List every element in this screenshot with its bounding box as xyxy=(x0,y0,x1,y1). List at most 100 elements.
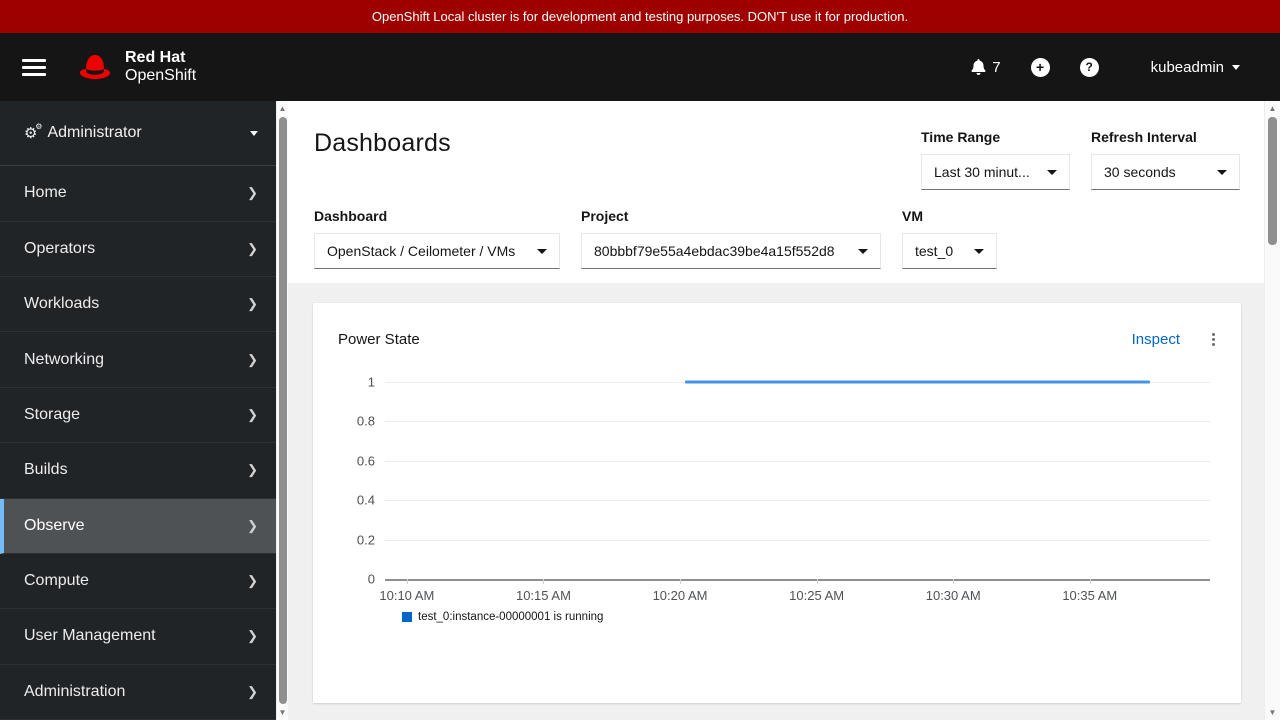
y-axis-tick-label: 0.4 xyxy=(356,492,375,508)
vm-value: test_0 xyxy=(915,243,954,259)
chevron-right-icon: ❯ xyxy=(247,683,258,699)
nav-toggle-button[interactable] xyxy=(22,58,48,76)
scrollbar-thumb[interactable] xyxy=(1268,117,1277,245)
sidebar-item-label: Builds xyxy=(24,461,68,479)
sidebar-item-label: Operators xyxy=(24,239,96,257)
dashboard-select[interactable]: OpenStack / Ceilometer / VMs xyxy=(314,233,560,269)
scroll-down-arrow-icon[interactable]: ▼ xyxy=(1265,708,1280,717)
scroll-up-arrow-icon[interactable]: ▲ xyxy=(277,104,288,113)
chevron-right-icon: ❯ xyxy=(247,406,258,422)
gridline xyxy=(385,460,1210,462)
perspective-label: Administrator xyxy=(47,124,142,142)
chevron-down-icon xyxy=(1047,169,1057,175)
x-axis-tick-label: 10:15 AM xyxy=(515,588,571,603)
gridline xyxy=(385,421,1210,423)
chevron-down-icon xyxy=(1232,64,1240,70)
scroll-up-arrow-icon[interactable]: ▲ xyxy=(1265,104,1280,113)
refresh-interval-value: 30 seconds xyxy=(1104,164,1176,180)
chevron-right-icon: ❯ xyxy=(247,573,258,589)
x-axis-tick-mark xyxy=(953,579,955,584)
chevron-right-icon: ❯ xyxy=(247,462,258,478)
dashboard-value: OpenStack / Ceilometer / VMs xyxy=(327,243,516,259)
bell-icon xyxy=(971,59,986,75)
refresh-interval-label: Refresh Interval xyxy=(1091,129,1197,145)
perspective-switcher[interactable]: ⚙ ⚙ Administrator xyxy=(0,101,276,167)
sidebar-item-label: Storage xyxy=(24,405,81,423)
sidebar-nav: ⚙ ⚙ Administrator Home ❯ Operators ❯ Worklo… xyxy=(0,101,276,720)
sidebar-item-storage[interactable]: Storage ❯ xyxy=(0,388,276,444)
page-header: Dashboards Time Range Last 30 minut... R… xyxy=(288,101,1264,283)
sidebar-item-administration[interactable]: Administration ❯ xyxy=(0,665,276,720)
time-range-select[interactable]: Last 30 minut... xyxy=(921,154,1070,190)
series-line xyxy=(685,380,1150,384)
x-axis-tick-mark xyxy=(543,579,545,584)
logo-line2: OpenShift xyxy=(125,67,197,84)
sidebar-item-builds[interactable]: Builds ❯ xyxy=(0,443,276,499)
chevron-right-icon: ❯ xyxy=(247,296,258,312)
chevron-down-icon xyxy=(250,130,258,136)
x-axis-tick-mark xyxy=(1089,579,1091,584)
chevron-down-icon xyxy=(974,248,984,254)
sidebar-item-user-management[interactable]: User Management ❯ xyxy=(0,609,276,665)
inspect-link[interactable]: Inspect xyxy=(1132,331,1180,348)
sidebar-item-label: User Management xyxy=(24,627,156,645)
redhat-openshift-logo[interactable]: Red Hat OpenShift xyxy=(74,49,196,85)
cluster-warning-text: OpenShift Local cluster is for developme… xyxy=(371,9,909,24)
sidebar-item-networking[interactable]: Networking ❯ xyxy=(0,332,276,388)
sidebar-item-compute[interactable]: Compute ❯ xyxy=(0,554,276,610)
x-axis-tick-mark xyxy=(816,579,818,584)
x-axis-tick-mark xyxy=(406,579,408,584)
y-axis-tick-label: 1 xyxy=(367,374,375,390)
kebab-menu-icon[interactable] xyxy=(1210,331,1217,348)
power-state-card: Power State Inspect 0 0.2 0.4 0.6 0.8 1 10:10 … xyxy=(313,303,1241,703)
sidebar-item-operators[interactable]: Operators ❯ xyxy=(0,222,276,278)
scrollbar-thumb[interactable] xyxy=(279,117,287,704)
chevron-right-icon: ❯ xyxy=(247,240,258,256)
logo-line1: Red Hat xyxy=(125,49,186,67)
project-value: 80bbbf79e55a4ebdac39be4a15f552d8 xyxy=(594,243,835,259)
cluster-warning-banner: OpenShift Local cluster is for developme… xyxy=(0,0,1280,33)
notification-count-badge: 7 xyxy=(992,58,1001,76)
sidebar-item-workloads[interactable]: Workloads ❯ xyxy=(0,277,276,333)
x-axis-tick-mark xyxy=(680,579,682,584)
chart-legend: test_0:instance-00000001 is running xyxy=(402,611,1210,623)
sidebar-scrollbar[interactable]: ▲ ▼ xyxy=(276,101,288,720)
project-label: Project xyxy=(581,208,629,224)
sidebar-item-label: Home xyxy=(24,184,67,202)
x-axis-tick-label: 10:30 AM xyxy=(925,588,981,603)
dashboard-label: Dashboard xyxy=(314,208,388,224)
gridline xyxy=(385,539,1210,541)
user-menu[interactable]: kubeadmin xyxy=(1151,59,1240,76)
project-select[interactable]: 80bbbf79e55a4ebdac39be4a15f552d8 xyxy=(581,233,881,269)
chevron-right-icon: ❯ xyxy=(247,517,258,533)
redhat-hat-icon xyxy=(79,54,110,79)
x-axis-tick-label: 10:20 AM xyxy=(652,588,708,603)
y-axis-tick-label: 0.2 xyxy=(356,532,375,548)
legend-label: test_0:instance-00000001 is running xyxy=(418,611,604,623)
notifications-button[interactable]: 7 xyxy=(971,58,1001,76)
power-state-chart: 0 0.2 0.4 0.6 0.8 1 10:10 AM 10:15 AM 10:20 AM 10… xyxy=(357,375,1210,623)
x-axis-tick-label: 10:10 AM xyxy=(379,588,435,603)
sidebar-item-label: Workloads xyxy=(24,295,100,313)
x-axis-tick-label: 10:25 AM xyxy=(789,588,845,603)
plot-area: 0 0.2 0.4 0.6 0.8 1 10:10 AM 10:15 AM 10:20 AM 10… xyxy=(357,375,1210,603)
quick-create-button[interactable]: + xyxy=(1030,57,1050,77)
chevron-right-icon: ❯ xyxy=(247,351,258,367)
sidebar-item-home[interactable]: Home ❯ xyxy=(0,166,276,222)
sidebar-item-label: Compute xyxy=(24,572,89,590)
x-axis-tick-label: 10:35 AM xyxy=(1062,588,1118,603)
sidebar-item-label: Administration xyxy=(24,682,126,700)
y-axis-tick-label: 0.8 xyxy=(356,413,375,429)
vm-select[interactable]: test_0 xyxy=(902,233,997,269)
sidebar-item-observe[interactable]: Observe ❯ xyxy=(0,498,276,554)
time-range-label: Time Range xyxy=(921,129,1001,145)
username: kubeadmin xyxy=(1150,58,1224,76)
y-axis-tick-label: 0 xyxy=(367,571,375,587)
main-scrollbar[interactable]: ▲ ▼ xyxy=(1264,101,1280,720)
refresh-interval-select[interactable]: 30 seconds xyxy=(1091,154,1240,190)
help-button[interactable]: ? xyxy=(1079,57,1099,77)
chevron-right-icon: ❯ xyxy=(247,628,258,644)
time-range-value: Last 30 minut... xyxy=(934,164,1030,180)
gridline xyxy=(385,500,1210,502)
scroll-down-arrow-icon[interactable]: ▼ xyxy=(277,708,288,717)
